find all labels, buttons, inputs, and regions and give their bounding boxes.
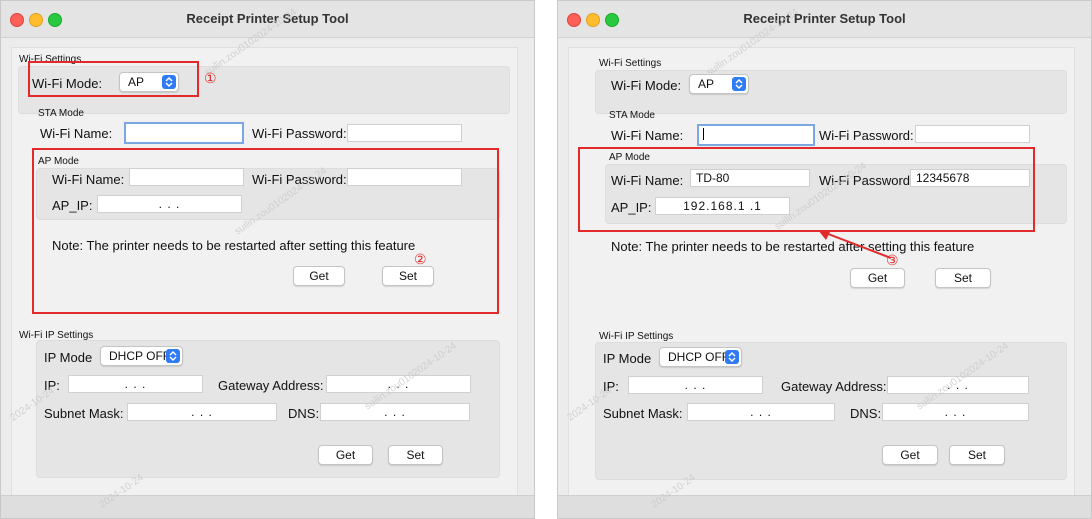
window-bottom-bar: [558, 495, 1091, 518]
annotation-box-ap-mode: [32, 148, 499, 314]
sta-wifi-password-label: Wi-Fi Password:: [819, 128, 914, 143]
sta-wifi-name-input[interactable]: [124, 122, 244, 144]
window-title: Receipt Printer Setup Tool: [743, 11, 906, 26]
wifi-mode-select[interactable]: AP: [689, 74, 749, 94]
settings-panel: Wi-Fi Settings Wi-Fi Mode: AP STA Mode W…: [568, 47, 1075, 496]
ip-set-button[interactable]: Set: [949, 445, 1005, 465]
subnet-label: Subnet Mask:: [603, 406, 683, 421]
wifi-get-button[interactable]: Get: [850, 268, 905, 288]
sta-wifi-name-label: Wi-Fi Name:: [611, 128, 684, 143]
sta-wifi-name-label: Wi-Fi Name:: [40, 126, 113, 141]
text-cursor: [703, 128, 704, 140]
sta-mode-label: STA Mode: [38, 108, 84, 119]
subnet-input[interactable]: . . .: [687, 403, 835, 421]
subnet-input[interactable]: . . .: [127, 403, 277, 421]
wifi-set-button[interactable]: Set: [935, 268, 991, 288]
ip-get-button[interactable]: Get: [882, 445, 938, 465]
select-stepper-icon: [732, 77, 746, 91]
select-stepper-icon: [166, 349, 180, 363]
sta-wifi-password-input[interactable]: [915, 125, 1030, 143]
dns-input[interactable]: . . .: [882, 403, 1029, 421]
ip-input[interactable]: . . .: [68, 375, 203, 393]
ip-mode-value: DHCP OFF: [109, 349, 171, 363]
window-bottom-bar: [1, 495, 534, 518]
setup-window-right: Receipt Printer Setup Tool Wi-Fi Setting…: [557, 0, 1092, 519]
annotation-number: ②: [414, 251, 427, 267]
gateway-label: Gateway Address:: [781, 379, 887, 394]
ip-input[interactable]: . . .: [628, 376, 763, 394]
setup-window-left: Receipt Printer Setup Tool Wi-Fi Setting…: [0, 0, 535, 519]
ip-set-button[interactable]: Set: [388, 445, 443, 465]
restart-note: Note: The printer needs to be restarted …: [611, 239, 975, 254]
ip-mode-select[interactable]: DHCP OFF: [100, 346, 183, 366]
ip-mode-label: IP Mode: [603, 351, 652, 366]
annotation-box-ap-mode: [578, 147, 1035, 232]
sta-wifi-password-input[interactable]: [347, 124, 462, 142]
wifi-mode-value: AP: [698, 77, 715, 91]
gateway-label: Gateway Address:: [218, 378, 324, 393]
subnet-label: Subnet Mask:: [44, 406, 124, 421]
annotation-arrow-icon: [818, 230, 892, 259]
select-stepper-icon: [725, 350, 739, 364]
sta-wifi-name-input[interactable]: [697, 124, 815, 146]
annotation-box-mode: [28, 61, 199, 97]
ip-mode-label: IP Mode: [44, 350, 93, 365]
ip-get-button[interactable]: Get: [318, 445, 373, 465]
title-bar: Receipt Printer Setup Tool: [558, 1, 1091, 38]
ip-mode-value: DHCP OFF: [668, 350, 730, 364]
sta-mode-label: STA Mode: [609, 110, 655, 121]
ip-mode-select[interactable]: DHCP OFF: [659, 347, 742, 367]
ip-settings-label: Wi-Fi IP Settings: [599, 331, 674, 342]
dns-label: DNS:: [850, 406, 882, 421]
wifi-mode-label: Wi-Fi Mode:: [611, 78, 682, 93]
annotation-number: ①: [204, 70, 217, 86]
wifi-settings-label: Wi-Fi Settings: [599, 58, 662, 69]
sta-wifi-password-label: Wi-Fi Password:: [252, 126, 347, 141]
dns-label: DNS:: [288, 406, 320, 421]
dns-input[interactable]: . . .: [320, 403, 470, 421]
